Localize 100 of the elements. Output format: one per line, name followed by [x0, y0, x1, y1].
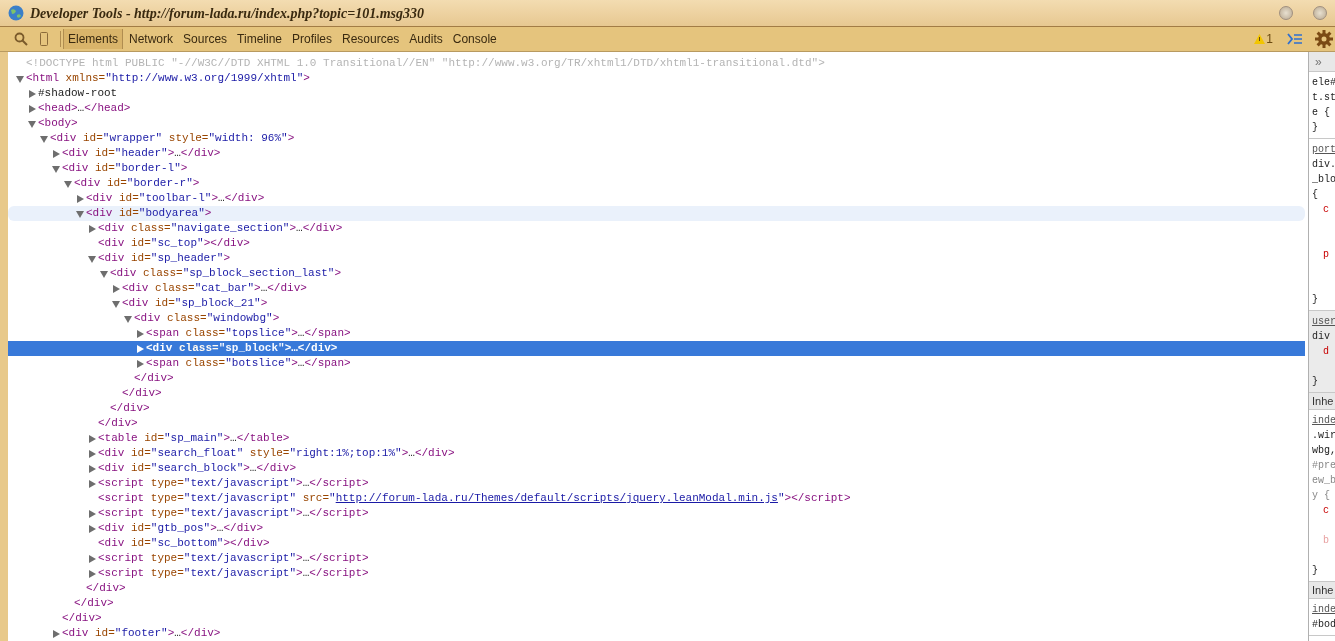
collapsed-triangle-icon[interactable] [88, 524, 96, 533]
tree-row[interactable]: <div id="sp_block_21"> [8, 296, 1305, 311]
dom-node-line: <span class="botslice">…</span> [146, 356, 351, 372]
tree-row[interactable]: <div class="sp_block_section_last"> [8, 266, 1305, 281]
tree-row[interactable]: <div id="wrapper" style="width: 96%"> [8, 131, 1305, 146]
tree-row[interactable]: <div class="sp_block">…</div> [8, 341, 1305, 356]
collapsed-triangle-icon[interactable] [136, 329, 144, 338]
tree-row[interactable]: <div id="gtb_pos">…</div> [8, 521, 1305, 536]
css-selector-text: .wir [1311, 429, 1335, 443]
panel-tab[interactable]: Elements [63, 29, 124, 49]
tree-row[interactable]: <div id="toolbar-l">…</div> [8, 191, 1305, 206]
tree-row[interactable]: <div id="sc_bottom"></div> [8, 536, 1305, 551]
tree-row[interactable]: <script type="text/javascript">…</script> [8, 551, 1305, 566]
tree-row[interactable]: <script type="text/javascript" src="http://forum-lada.ru/Themes/default/scripts/jquery.leanModal.min.js"></script> [8, 491, 1305, 506]
collapsed-triangle-icon[interactable] [112, 284, 120, 293]
tree-row[interactable]: <html xmlns="http://www.w3.org/1999/xhtml"> [8, 71, 1305, 86]
tree-row[interactable]: <table id="sp_main">…</table> [8, 431, 1305, 446]
stylesheet-link[interactable]: inde [1309, 602, 1335, 617]
panel-tab[interactable]: Profiles [288, 29, 336, 49]
collapsed-triangle-icon[interactable] [88, 464, 96, 473]
collapsed-triangle-icon[interactable] [136, 344, 144, 353]
expanded-triangle-icon[interactable] [100, 269, 108, 278]
globe-icon [8, 5, 24, 21]
collapsed-triangle-icon[interactable] [88, 479, 96, 488]
tree-row[interactable]: #shadow-root [8, 86, 1305, 101]
tree-row[interactable]: <span class="botslice">…</span> [8, 356, 1305, 371]
dom-node-line: <div id="search_block">…</div> [98, 461, 297, 477]
dom-node-line: <script type="text/javascript">…</script> [98, 566, 369, 582]
search-icon[interactable] [14, 32, 28, 46]
collapsed-triangle-icon[interactable] [88, 434, 96, 443]
panel-tab[interactable]: Network [125, 29, 178, 49]
tree-row[interactable]: <script type="text/javascript">…</script> [8, 476, 1305, 491]
stylesheet-link[interactable]: inde [1309, 413, 1335, 428]
css-selector-text: } [1311, 375, 1318, 389]
expanded-triangle-icon[interactable] [52, 164, 60, 173]
css-selector-text: #bod [1311, 618, 1335, 632]
expanded-triangle-icon[interactable] [40, 134, 48, 143]
closing-tag-line: </div> [74, 596, 114, 612]
expanded-triangle-icon[interactable] [76, 209, 84, 218]
console-drawer-icon[interactable] [1287, 33, 1303, 45]
collapsed-triangle-icon[interactable] [88, 509, 96, 518]
collapsed-triangle-icon[interactable] [28, 89, 36, 98]
dom-node-line: <div class="navigate_section">…</div> [98, 221, 343, 237]
tree-row[interactable]: <div id="search_block">…</div> [8, 461, 1305, 476]
dom-node-line: <head>…</head> [38, 101, 131, 117]
collapsed-triangle-icon[interactable] [52, 149, 60, 158]
expanded-triangle-icon[interactable] [124, 314, 132, 323]
tree-row[interactable]: <div class="cat_bar">…</div> [8, 281, 1305, 296]
closing-tag-line: </div> [86, 581, 126, 597]
panel-tab[interactable]: Console [448, 29, 501, 49]
expanded-triangle-icon[interactable] [64, 179, 72, 188]
closing-tag-line: </div> [62, 611, 102, 627]
panel-tab[interactable]: Timeline [233, 29, 286, 49]
tree-row[interactable]: <script type="text/javascript">…</script> [8, 566, 1305, 581]
stylesheet-link[interactable]: user [1309, 314, 1335, 329]
warning-count[interactable]: 1 [1266, 30, 1273, 48]
dom-node-line: <div id="sc_top"></div> [98, 236, 250, 252]
expanded-triangle-icon[interactable] [28, 119, 36, 128]
collapsed-triangle-icon[interactable] [88, 554, 96, 563]
expanded-triangle-icon[interactable] [88, 254, 96, 263]
settings-icon[interactable] [1315, 30, 1333, 48]
tree-row[interactable]: <body> [8, 116, 1305, 131]
css-selector-text: } [1311, 564, 1318, 578]
panel-tab[interactable]: Sources [179, 29, 232, 49]
stylesheet-link[interactable]: port [1309, 142, 1335, 157]
tree-row[interactable]: <div class="navigate_section">…</div> [8, 221, 1305, 236]
tree-row[interactable]: <div id="header">…</div> [8, 146, 1305, 161]
css-property: p [1322, 248, 1329, 262]
tree-row[interactable]: <span class="topslice">…</span> [8, 326, 1305, 341]
css-selector-text: div [1311, 330, 1330, 344]
mobile-device-icon[interactable] [40, 32, 48, 46]
css-selector-text: wbg, [1311, 444, 1335, 458]
collapsed-triangle-icon[interactable] [136, 359, 144, 368]
collapsed-triangle-icon[interactable] [52, 629, 60, 638]
expanded-triangle-icon[interactable] [112, 299, 120, 308]
tree-row[interactable]: <div id="sc_top"></div> [8, 236, 1305, 251]
css-selector-text: } [1311, 293, 1318, 307]
tree-row[interactable]: <div id="bodyarea"> [8, 206, 1305, 221]
dom-node-line: <div id="toolbar-l">…</div> [86, 191, 265, 207]
tree-row[interactable]: <div id="sp_header"> [8, 251, 1305, 266]
warning-icon[interactable] [1254, 34, 1266, 44]
css-selector-text: div. [1311, 158, 1335, 172]
tree-row[interactable]: <head>…</head> [8, 101, 1305, 116]
tree-row[interactable]: <div id="border-l"> [8, 161, 1305, 176]
tree-row[interactable]: <script type="text/javascript">…</script> [8, 506, 1305, 521]
collapsed-triangle-icon[interactable] [76, 194, 84, 203]
tree-row[interactable]: <div class="windowbg"> [8, 311, 1305, 326]
dom-node-line: <div id="footer">…</div> [62, 626, 221, 641]
collapsed-triangle-icon[interactable] [28, 104, 36, 113]
tree-row[interactable]: <div id="search_float" style="right:1%;top:1%">…</div> [8, 446, 1305, 461]
collapsed-triangle-icon[interactable] [88, 224, 96, 233]
dom-node-line: <div class="windowbg"> [134, 311, 280, 327]
css-selector-text: #pre [1311, 459, 1335, 473]
panel-tab[interactable]: Audits [405, 29, 447, 49]
tree-row[interactable]: <div id="footer">…</div> [8, 626, 1305, 641]
panel-tab[interactable]: Resources [338, 29, 404, 49]
tree-row[interactable]: <div id="border-r"> [8, 176, 1305, 191]
collapsed-triangle-icon[interactable] [88, 449, 96, 458]
expanded-triangle-icon[interactable] [16, 74, 24, 83]
collapsed-triangle-icon[interactable] [88, 569, 96, 578]
